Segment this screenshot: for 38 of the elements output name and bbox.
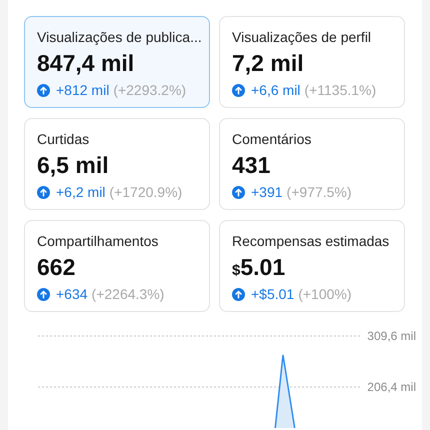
metric-card[interactable]: Visualizações de publica... 847,4 mil +812 mil (+2293.2%)	[24, 16, 210, 108]
change-percent: (+1720.9%)	[109, 184, 182, 200]
up-arrow-icon	[232, 84, 245, 96]
metric-title: Recompensas estimadas	[232, 232, 390, 250]
change-percent: (+2264.3%)	[92, 286, 164, 302]
up-arrow-icon	[232, 288, 245, 300]
up-arrow-icon	[37, 288, 50, 300]
change-amount: +$5.01	[251, 286, 294, 302]
change-amount: +634	[56, 286, 88, 302]
up-arrow-icon	[37, 84, 50, 96]
metric-card[interactable]: Compartilhamentos 662 +634 (+2264.3%)	[24, 220, 210, 312]
change-percent: (+977.5%)	[286, 184, 352, 200]
metric-value: 662	[37, 253, 76, 282]
metric-title: Comentários	[232, 130, 312, 148]
metric-value: 6,5 mil	[37, 151, 109, 180]
change-percent: (+2293.2%)	[113, 82, 186, 98]
change-percent: (+100%)	[298, 286, 352, 302]
change-percent: (+1135.1%)	[304, 82, 376, 98]
metric-title: Visualizações de perfil	[232, 28, 372, 46]
axis-label: 309,6 mil	[367, 329, 416, 343]
up-arrow-icon	[37, 186, 50, 198]
up-arrow-icon	[232, 186, 245, 198]
change-amount: +6,2 mil	[56, 184, 106, 200]
metric-value: 5.01	[240, 253, 286, 282]
change-amount: +6,6 mil	[251, 82, 300, 98]
metric-value: 7,2 mil	[232, 49, 304, 78]
metric-value: 431	[232, 151, 270, 180]
currency-symbol: $	[232, 262, 240, 279]
change-amount: +812 mil	[56, 82, 110, 98]
metric-card[interactable]: Comentários 431 +391 (+977.5%)	[219, 118, 405, 210]
change-amount: +391	[251, 184, 283, 200]
metric-card[interactable]: Curtidas 6,5 mil +6,2 mil (+1720.9%)	[24, 118, 210, 210]
metric-card[interactable]: Visualizações de perfil 7,2 mil +6,6 mil (+1135.1%)	[219, 16, 405, 108]
metric-title: Curtidas	[37, 130, 90, 148]
metric-title: Compartilhamentos	[37, 232, 160, 250]
metric-card[interactable]: Recompensas estimadas $5.01 +$5.01 (+100%)	[219, 220, 405, 312]
axis-label: 206,4 mil	[367, 380, 416, 394]
metric-value: 847,4 mil	[37, 49, 134, 78]
